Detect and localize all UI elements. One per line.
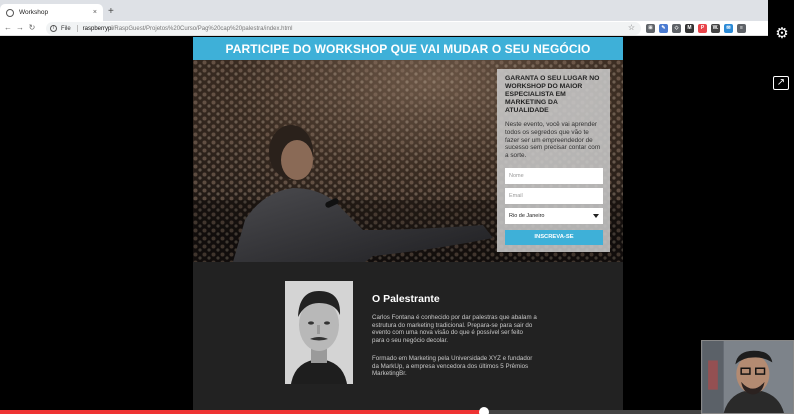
signup-form: GARANTA O SEU LUGAR NO WORKSHOP DO MAIOR… [497, 69, 610, 252]
grid-icon[interactable]: ⊞ [646, 24, 655, 33]
browser-toolbar: ← → ↻ i File raspberrypi/RaspGuest/Proje… [0, 21, 768, 36]
form-description: Neste evento, você vai aprender todos os… [505, 121, 601, 160]
webcam-overlay [701, 340, 794, 414]
browser-tab-workshop[interactable]: Workshop × [0, 4, 103, 21]
banner-heading: PARTICIPE DO WORKSHOP QUE VAI MUDAR O SE… [225, 41, 591, 56]
pin-icon[interactable]: ✎ [659, 24, 668, 33]
video-progress-fill [0, 410, 484, 414]
email-input[interactable]: Email [505, 187, 603, 204]
address-bar[interactable]: i File raspberrypi/RaspGuest/Projetos%20… [46, 22, 641, 35]
speaker-about: O Palestrante Carlos Fontana é conhecido… [372, 293, 537, 378]
extensions-bar: ⊞ ✎ ◇ M P W. ✉ ≡ [646, 24, 746, 33]
url-path: /RaspGuest/Projetos%20Curso/Pag%20cap%20… [112, 25, 293, 32]
chevron-down-icon [593, 213, 599, 218]
info-icon[interactable]: i [50, 25, 57, 32]
name-input[interactable]: Nome [505, 167, 603, 184]
web-page: PARTICIPE DO WORKSHOP QUE VAI MUDAR O SE… [193, 37, 623, 414]
tab-title: Workshop [19, 9, 49, 16]
menu-icon[interactable]: ≡ [737, 24, 746, 33]
chat-icon[interactable]: ✉ [724, 24, 733, 33]
form-title: GARANTA O SEU LUGAR NO WORKSHOP DO MAIOR… [505, 75, 600, 114]
tag-icon[interactable]: ◇ [672, 24, 681, 33]
address-separator [76, 25, 78, 32]
speaker-heading: O Palestrante [372, 293, 440, 305]
bookmark-star-icon[interactable]: ☆ [628, 24, 635, 32]
reload-icon[interactable]: ↻ [26, 24, 38, 32]
settings-gear-icon[interactable]: ⚙ [773, 25, 791, 43]
tab-strip: Workshop × + [0, 0, 768, 21]
pocket-icon[interactable]: P [698, 24, 707, 33]
url-host: raspberrypi [82, 25, 113, 32]
new-tab-button[interactable]: + [108, 7, 114, 17]
speaker-bio-2: Formado em Marketing pela Universidade X… [372, 354, 533, 378]
globe-icon [6, 8, 14, 17]
side-panel: ⚙ ↗ [768, 0, 794, 120]
w-icon[interactable]: W. [711, 24, 720, 33]
browser-chrome: Workshop × + ← → ↻ i File raspberrypi/Ra… [0, 0, 768, 36]
m-icon[interactable]: M [685, 24, 694, 33]
city-selected-value: Rio de Janeiro [509, 212, 545, 219]
hero-section: GARANTA O SEU LUGAR NO WORKSHOP DO MAIOR… [193, 60, 623, 262]
video-progress-handle[interactable] [478, 407, 489, 414]
close-tab-icon[interactable]: × [93, 9, 97, 16]
forward-arrow-icon[interactable]: → [14, 24, 26, 32]
speaker-section: O Palestrante Carlos Fontana é conhecido… [193, 262, 623, 414]
screen: Workshop × + ← → ↻ i File raspberrypi/Ra… [0, 0, 794, 414]
back-arrow-icon[interactable]: ← [2, 24, 14, 32]
url-text[interactable]: raspberrypi/RaspGuest/Projetos%20Curso/P… [83, 26, 293, 32]
speaker-bio-1: Carlos Fontana é conhecido por dar pales… [372, 314, 537, 345]
share-icon[interactable]: ↗ [773, 76, 789, 90]
subscribe-button[interactable]: INSCREVA-SE [505, 229, 603, 245]
video-progress-bar[interactable] [0, 407, 701, 414]
top-banner: PARTICIPE DO WORKSHOP QUE VAI MUDAR O SE… [193, 37, 623, 60]
city-select[interactable]: Rio de Janeiro [505, 207, 603, 224]
speaker-portrait [285, 281, 353, 384]
scheme-label: File [61, 25, 71, 32]
